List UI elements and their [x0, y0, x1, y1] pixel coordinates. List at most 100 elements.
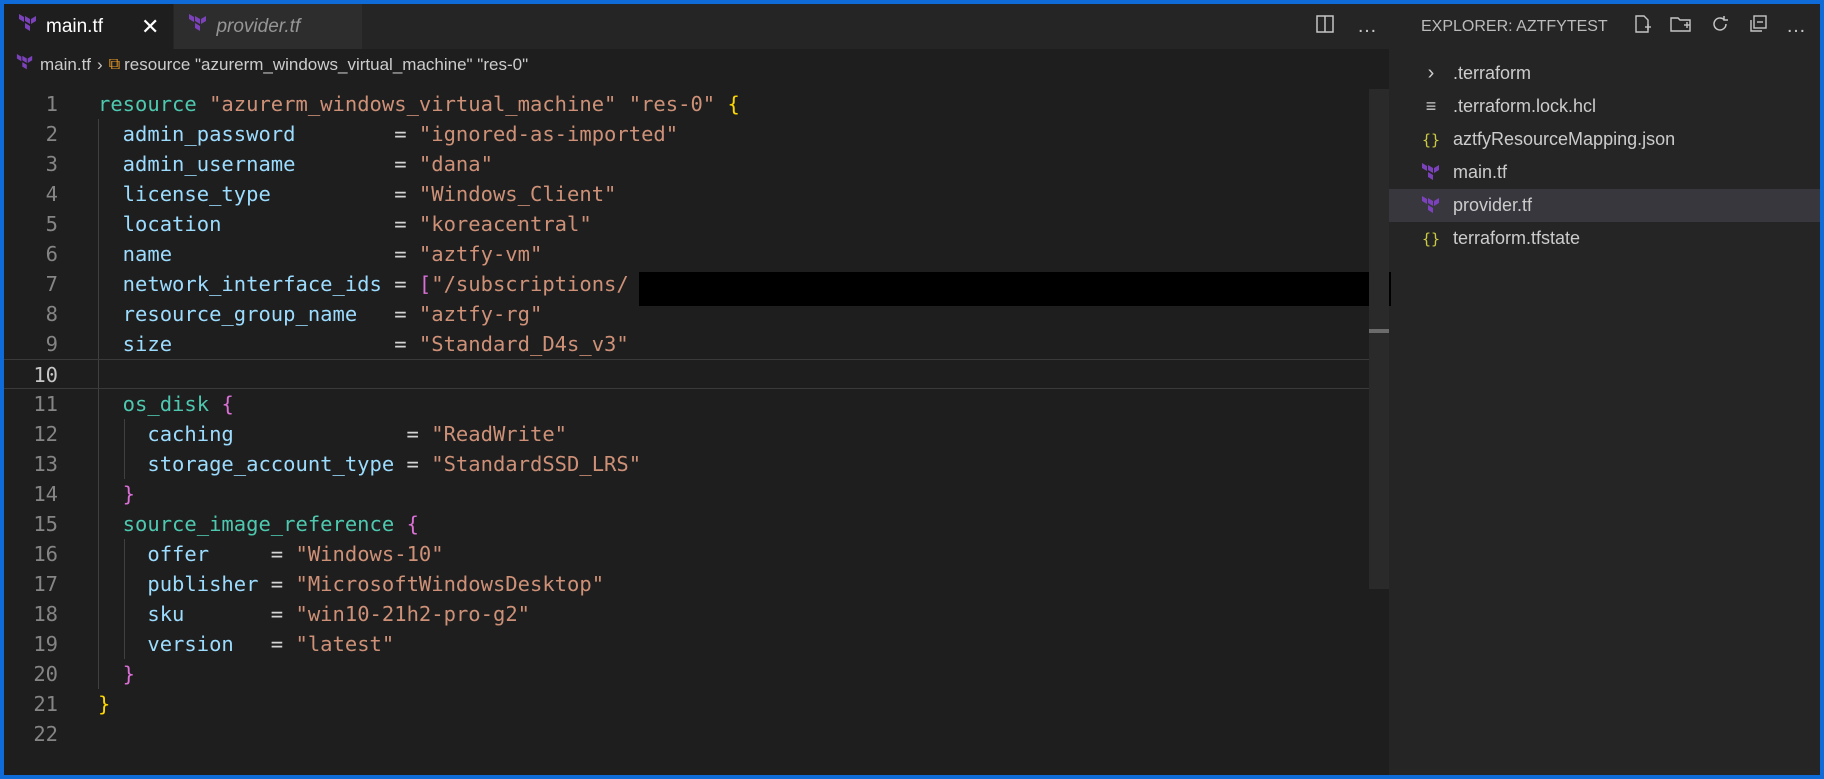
line-number: 1 — [45, 92, 58, 116]
code-line[interactable]: 16 offer = "Windows-10" — [4, 539, 1389, 569]
split-editor-icon[interactable] — [1315, 14, 1335, 40]
tree-item-label: main.tf — [1453, 162, 1508, 182]
indent-guide — [98, 569, 99, 599]
line-number: 17 — [33, 572, 58, 596]
code-line[interactable]: 21} — [4, 689, 1389, 719]
indent-guide — [98, 329, 99, 359]
tab-provider-tf[interactable]: provider.tf — [174, 4, 364, 49]
indent-guide — [98, 629, 99, 659]
token: publisher — [98, 572, 259, 596]
code-line[interactable]: 3 admin_username = "dana" — [4, 149, 1389, 179]
token: "aztfy-vm" — [418, 242, 543, 266]
tab-label: provider.tf — [216, 15, 301, 37]
code-editor[interactable]: 1 resource "azurerm_windows_virtual_machi… — [4, 89, 1389, 749]
code-line[interactable]: 10 — [4, 359, 1389, 389]
code-line[interactable]: 19 version = "latest" — [4, 629, 1389, 659]
code-text: os_disk { — [58, 389, 234, 419]
token: } — [98, 692, 111, 716]
terraform-icon — [18, 13, 38, 40]
token: name — [98, 242, 173, 266]
file-tree: › .terraform ≡ .terraform.lock.hcl {} aztfyRe… — [1389, 57, 1820, 255]
code-text: publisher = "MicrosoftWindowsDesktop" — [58, 569, 604, 599]
token: "ReadWrite" — [431, 422, 568, 446]
code-line[interactable]: 5 location = "koreacentral" — [4, 209, 1389, 239]
indent-guide — [98, 209, 99, 239]
code-line[interactable]: 12 caching = "ReadWrite" — [4, 419, 1389, 449]
lines-icon: ≡ — [1425, 96, 1437, 116]
code-line[interactable]: 14 } — [4, 479, 1389, 509]
new-file-icon[interactable] — [1632, 14, 1652, 40]
code-text: size = "Standard_D4s_v3" — [58, 329, 629, 359]
terraform-icon — [1419, 162, 1443, 183]
code-line[interactable]: 20 } — [4, 659, 1389, 689]
code-text: } — [58, 479, 135, 509]
tree-item-label: .terraform.lock.hcl — [1453, 96, 1597, 116]
line-number: 8 — [45, 302, 58, 326]
new-folder-icon[interactable] — [1670, 14, 1692, 40]
line-number: 3 — [45, 152, 58, 176]
indent-guide — [98, 119, 99, 149]
code-text: source_image_reference { — [58, 509, 419, 539]
token: = — [172, 332, 419, 356]
code-line[interactable]: 15 source_image_reference { — [4, 509, 1389, 539]
line-number: 4 — [45, 182, 58, 206]
tree-item[interactable]: › .terraform — [1389, 57, 1820, 90]
terraform-icon — [188, 13, 208, 40]
token: "latest" — [295, 632, 395, 656]
code-line[interactable]: 9 size = "Standard_D4s_v3" — [4, 329, 1389, 359]
line-number: 13 — [33, 452, 58, 476]
line-number: 22 — [33, 722, 58, 746]
code-text: admin_username = "dana" — [58, 149, 493, 179]
vertical-scrollbar[interactable] — [1369, 89, 1389, 589]
code-text: admin_password = "ignored-as-imported" — [58, 119, 678, 149]
code-line[interactable]: 1 resource "azurerm_windows_virtual_machi… — [4, 89, 1389, 119]
code-line[interactable]: 18 sku = "win10-21h2-pro-g2" — [4, 599, 1389, 629]
token: "aztfy-rg" — [418, 302, 543, 326]
token: = — [357, 302, 419, 326]
token: "koreacentral" — [418, 212, 592, 236]
token: "Standard_D4s_v3" — [418, 332, 629, 356]
tree-item[interactable]: provider.tf — [1389, 189, 1820, 222]
line-number: 20 — [33, 662, 58, 686]
indent-guide — [124, 569, 125, 599]
token: version — [98, 632, 234, 656]
collapse-all-icon[interactable] — [1748, 14, 1768, 40]
token: resource_group_name — [98, 302, 358, 326]
breadcrumb-file[interactable]: main.tf — [40, 55, 91, 75]
tree-item[interactable]: main.tf — [1389, 156, 1820, 189]
code-line[interactable]: 2 admin_password = "ignored-as-imported" — [4, 119, 1389, 149]
code-line[interactable]: 6 name = "aztfy-vm" — [4, 239, 1389, 269]
indent-guide — [98, 509, 99, 539]
tab-label: main.tf — [46, 15, 104, 37]
code-text: location = "koreacentral" — [58, 209, 592, 239]
breadcrumb-symbol[interactable]: resource "azurerm_windows_virtual_machin… — [124, 55, 528, 75]
more-actions-icon[interactable]: … — [1357, 15, 1377, 38]
line-number: 7 — [45, 272, 58, 296]
close-icon[interactable]: ✕ — [141, 14, 159, 40]
tree-item[interactable]: {} aztfyResourceMapping.json — [1389, 123, 1820, 156]
indent-guide — [98, 659, 99, 689]
tab-main-tf[interactable]: main.tf ✕ — [4, 4, 175, 49]
token: admin_username — [98, 152, 296, 176]
code-line[interactable]: 11 os_disk { — [4, 389, 1389, 419]
code-text: } — [58, 659, 135, 689]
more-actions-icon[interactable]: … — [1786, 15, 1806, 38]
json-icon: {} — [1421, 229, 1441, 248]
scroll-marker — [1369, 329, 1389, 333]
tree-item[interactable]: {} terraform.tfstate — [1389, 222, 1820, 255]
token: = — [184, 602, 296, 626]
code-line[interactable]: 4 license_type = "Windows_Client" — [4, 179, 1389, 209]
code-line[interactable]: 17 publisher = "MicrosoftWindowsDesktop" — [4, 569, 1389, 599]
code-line[interactable]: 22 — [4, 719, 1389, 749]
indent-guide — [98, 539, 99, 569]
line-number: 15 — [33, 512, 58, 536]
tree-item[interactable]: ≡ .terraform.lock.hcl — [1389, 90, 1820, 123]
refresh-icon[interactable] — [1710, 14, 1730, 40]
code-line[interactable]: 13 storage_account_type = "StandardSSD_L… — [4, 449, 1389, 479]
terraform-icon — [1419, 195, 1443, 216]
token: "res-0" — [628, 92, 716, 116]
